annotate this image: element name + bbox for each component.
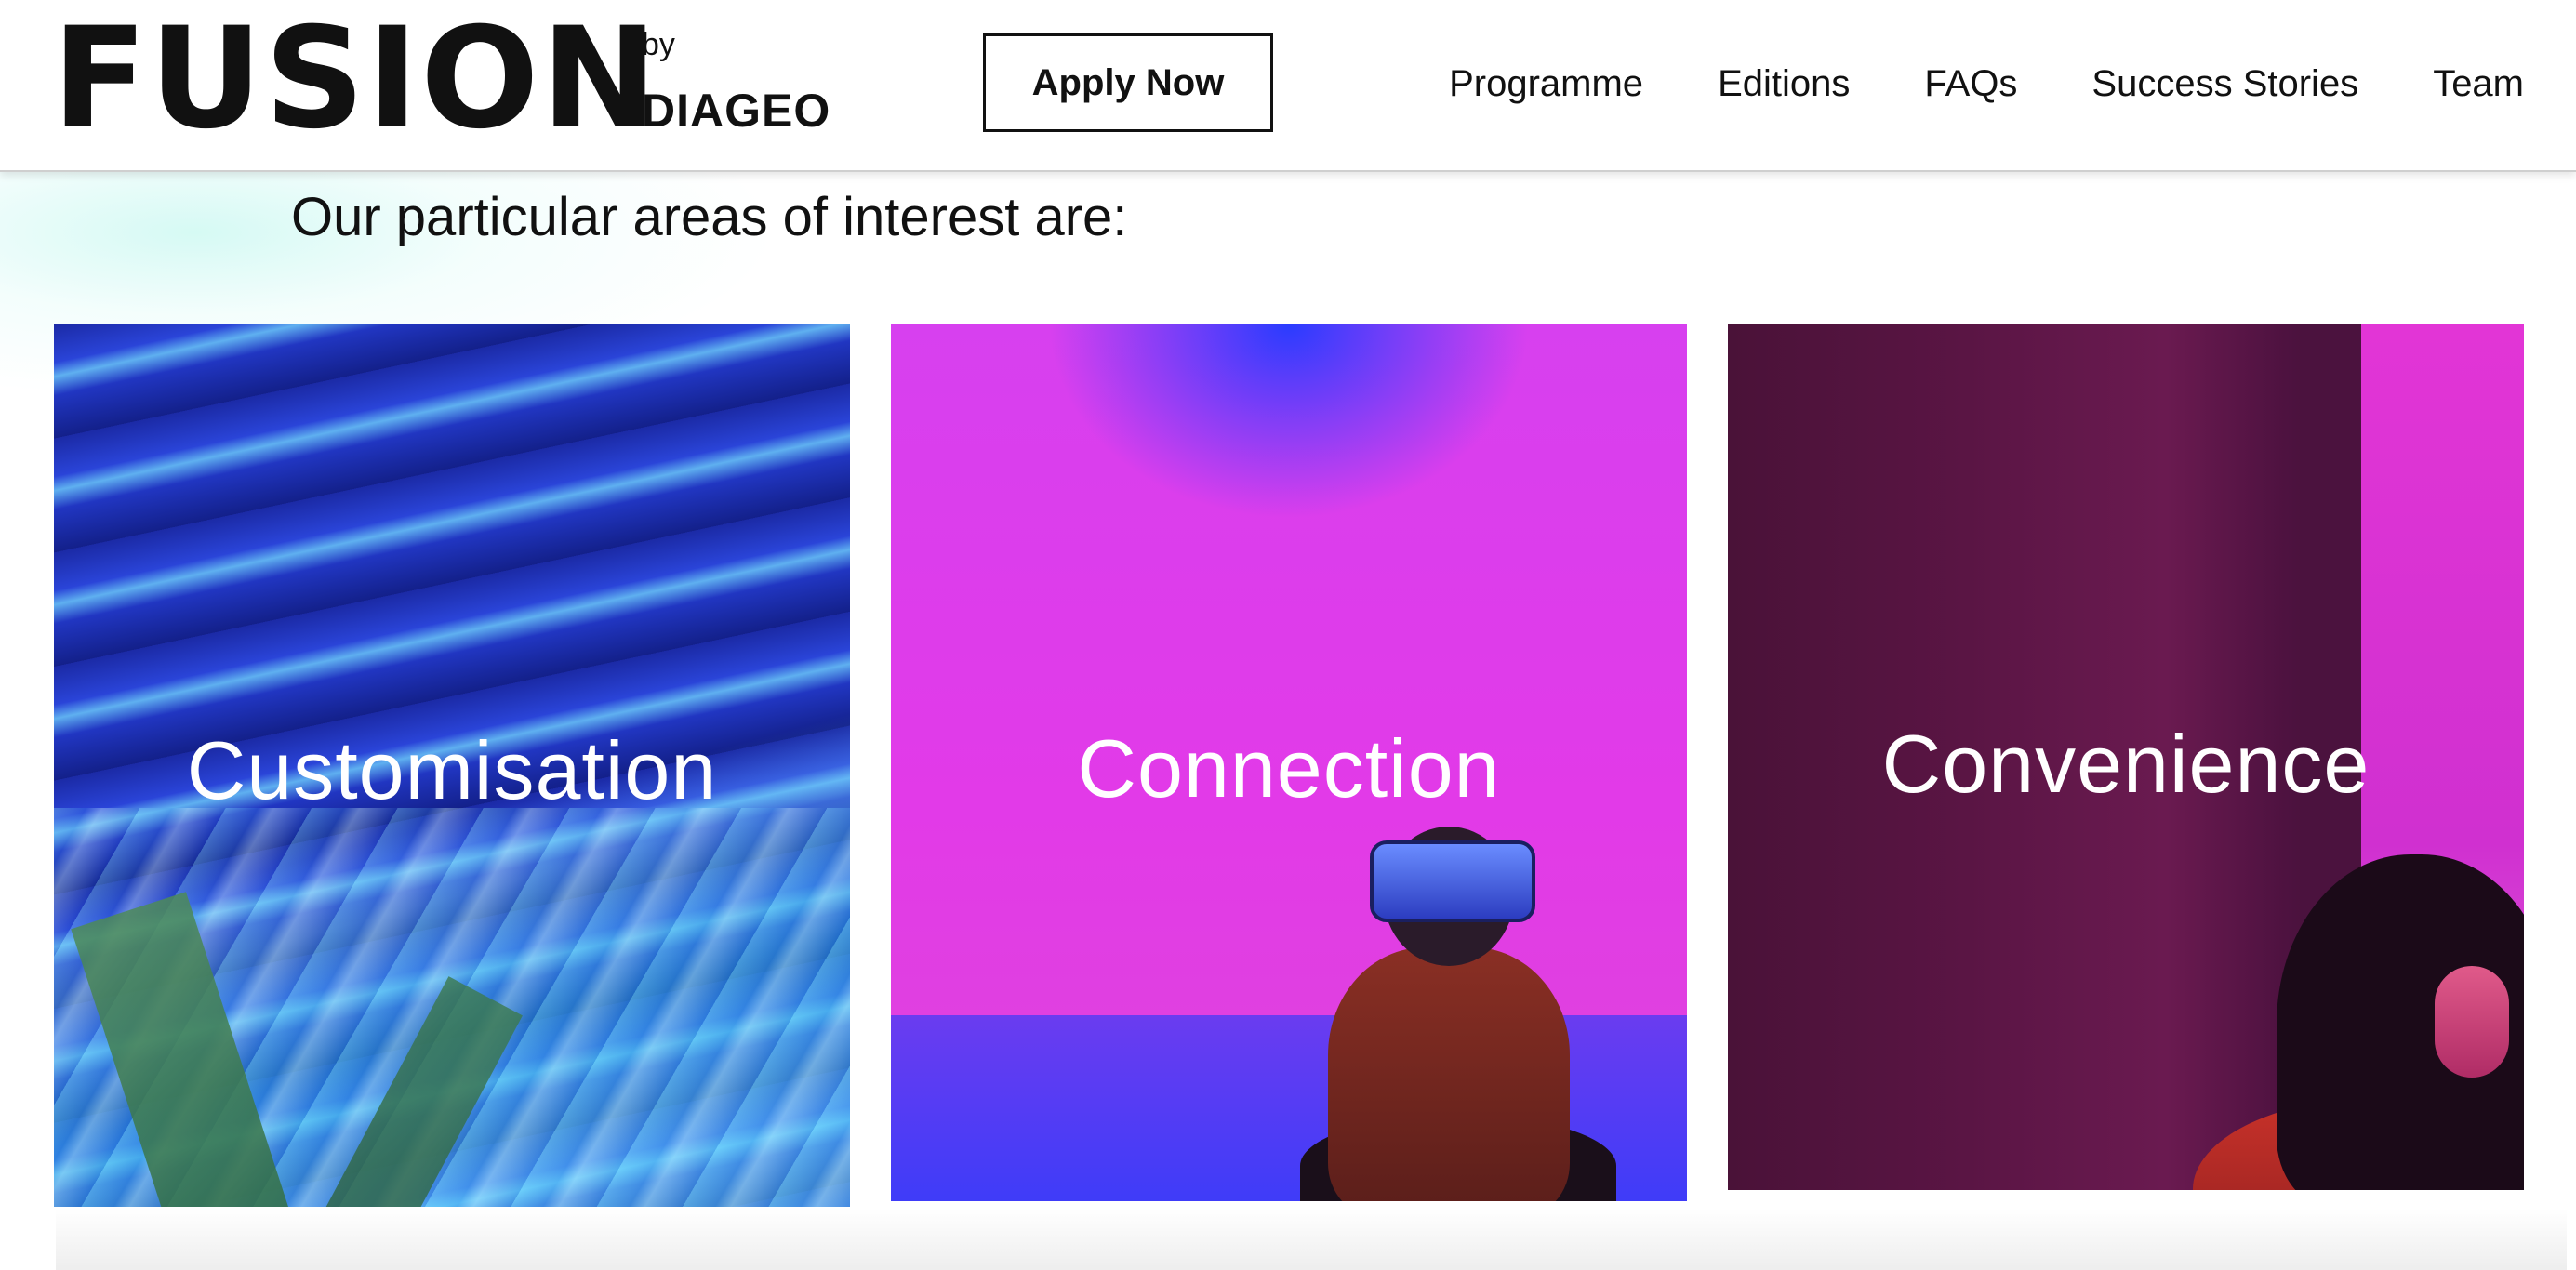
nav-item-faqs[interactable]: FAQs <box>1924 56 2017 112</box>
diageo-logo: DIAGEO <box>642 85 831 137</box>
section-divider <box>56 1209 2567 1270</box>
nav-item-editions[interactable]: Editions <box>1718 56 1850 112</box>
main-nav: Programme Editions FAQs Success Stories … <box>1449 56 2524 112</box>
apply-now-button[interactable]: Apply Now <box>983 33 1273 132</box>
card-connection[interactable]: Connection <box>891 324 1687 1201</box>
person-image <box>1328 947 1570 1201</box>
vr-headset-image <box>1370 840 1535 922</box>
page: FUSION by DIAGEO Apply Now Programme Edi… <box>0 0 2576 1270</box>
logo-by-text: by <box>642 27 675 62</box>
headphones-image <box>2435 966 2509 1078</box>
logo-wordmark: FUSION <box>52 0 660 160</box>
card-customisation[interactable]: Customisation <box>54 324 850 1207</box>
nav-item-programme[interactable]: Programme <box>1449 56 1643 112</box>
nav-item-success-stories[interactable]: Success Stories <box>2091 56 2358 112</box>
card-title: Customisation <box>186 724 718 816</box>
fusion-logo[interactable]: FUSION <box>52 0 660 160</box>
site-header: FUSION by DIAGEO Apply Now Programme Edi… <box>0 0 2576 172</box>
nav-item-team[interactable]: Team <box>2433 56 2524 112</box>
section-intro: Our particular areas of interest are: <box>291 187 1128 247</box>
card-title: Convenience <box>1881 718 2370 810</box>
card-convenience[interactable]: Convenience <box>1728 324 2524 1190</box>
card-title: Connection <box>1077 722 1501 814</box>
